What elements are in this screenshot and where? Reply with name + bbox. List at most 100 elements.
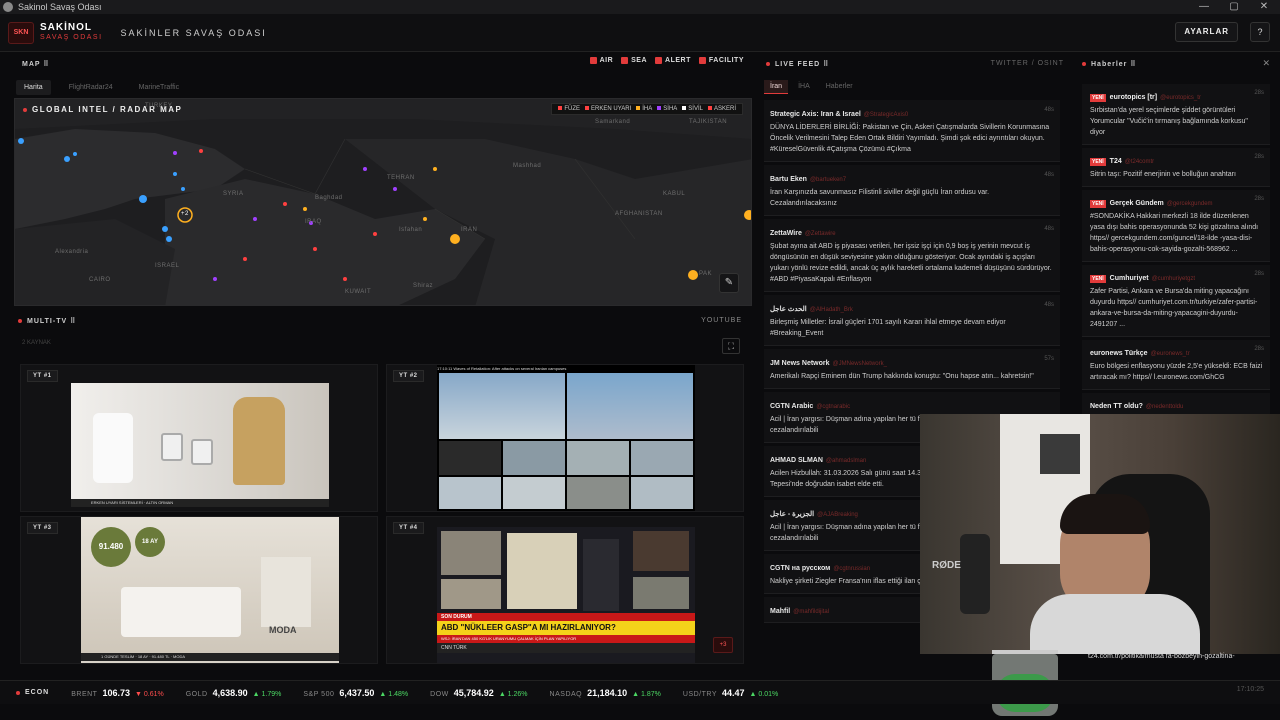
maximize-button[interactable]: ▢ xyxy=(1218,0,1250,14)
checkbox-icon xyxy=(655,57,663,64)
feed-handle: @mahfildijital xyxy=(793,609,830,615)
tab-flightradar[interactable]: FlightRadar24 xyxy=(61,80,121,95)
feed-text: Amerikalı Rapçi Eminem dün Trump hakkınd… xyxy=(770,373,1034,380)
news-text: Euro bölgesi enflasyonu yüzde 2,5'e yüks… xyxy=(1090,363,1263,381)
tv-cell-3[interactable]: YT #3 91.480 18 AY MODA 1 GÜNDE TESLİM ·… xyxy=(20,516,378,664)
feed-source-name: Strategic Axis: Iran & Israel xyxy=(770,111,861,118)
tv-tag: YT #4 xyxy=(393,522,424,534)
filter-sea[interactable]: SEA xyxy=(621,57,647,64)
tab-marinetraffic[interactable]: MarineTraffic xyxy=(131,80,187,95)
logo: SKN xyxy=(8,21,34,44)
help-button[interactable]: ? xyxy=(1250,22,1270,42)
map-panel-header: MAP ⠿ xyxy=(22,57,50,71)
filter-facility[interactable]: FACILITY xyxy=(698,57,744,64)
new-badge: YENİ xyxy=(1090,158,1106,166)
tab-iran[interactable]: İran xyxy=(764,80,789,94)
feed-time: 48s xyxy=(1044,172,1054,178)
news-item[interactable]: 28s YENİ Cumhuriyet @cumhuriyetgzt Zafer Par… xyxy=(1082,265,1270,337)
news-item[interactable]: 28s YENİ Gerçek Gündem @gercekgundem #SONDAK… xyxy=(1082,190,1270,262)
feed-item[interactable]: 48s الحدث عاجل @AlHadath_Brk Birleşmiş Mill… xyxy=(764,295,1060,346)
new-badge: YENİ xyxy=(1090,200,1106,208)
news-text: Sitrin taşı: Pozitif enerjinin ve bolluğ… xyxy=(1090,171,1236,178)
close-button[interactable]: ✕ xyxy=(1248,0,1280,14)
settings-button[interactable]: AYARLAR xyxy=(1175,22,1238,42)
feed-source-name: Mahfil xyxy=(770,608,791,615)
tv-cell-2[interactable]: YT #2 17:10:11 Waves of Retaliation: Aft… xyxy=(386,364,744,512)
live-dot-icon xyxy=(766,62,770,66)
radar-map[interactable]: GLOBAL INTEL / RADAR MAP FÜZE ERKEN UYAR… xyxy=(14,98,752,306)
checkbox-icon xyxy=(698,57,706,64)
econ-label: ECON xyxy=(16,689,49,696)
news-header: Haberler ⠿ xyxy=(1082,57,1136,71)
checkbox-icon xyxy=(621,57,629,64)
news-item[interactable]: 28s YENİ T24 @t24comtr Sitrin taşı: Pozitif … xyxy=(1082,148,1270,187)
map-label: Shiraz xyxy=(413,283,434,289)
tv-tag: YT #1 xyxy=(27,370,58,382)
news-source: T24 xyxy=(1109,158,1122,165)
map-label: CAIRO xyxy=(89,277,111,283)
ticker-name: USD/TRY xyxy=(682,690,717,698)
feed-source-name: AHMAD SLMAN xyxy=(770,457,823,464)
feed-item[interactable]: 48s Strategic Axis: Iran & Israel @Strateg… xyxy=(764,100,1060,162)
live-dot-icon xyxy=(18,319,22,323)
new-badge: YENİ xyxy=(1090,275,1106,283)
ad-brand: MODA xyxy=(269,625,297,635)
news-handle: @gercekgundem xyxy=(1166,201,1213,207)
news-handle: @nedenttoldu xyxy=(1145,404,1184,410)
tv-cell-1[interactable]: YT #1 ERKEN UYARI SİSTEMLERİ · ALTIN ORM… xyxy=(20,364,378,512)
news-sub: WSJ: İRAN'DAN 450 KG'LIK URANYUMU ÇALMAK… xyxy=(437,635,695,643)
news-time: 28s xyxy=(1254,346,1264,352)
brand-sub: SAVAŞ ODASI xyxy=(40,33,103,41)
map-label: AFGHANISTAN xyxy=(615,211,663,217)
ticker-name: NASDAQ xyxy=(549,690,583,698)
brand-name: SAKİNOL xyxy=(40,21,92,33)
feed-text: Şubat ayına ait ABD iş piyasası verileri… xyxy=(770,243,1052,283)
expand-icon[interactable]: ⛶ xyxy=(722,338,740,354)
minimize-button[interactable]: — xyxy=(1188,0,1220,14)
cluster-count[interactable]: +2 xyxy=(181,211,189,217)
ticker-value: 6,437.50 xyxy=(339,687,375,698)
tv-cell-4[interactable]: YT #4 SON DURUM ABD "NÜKLEER GASP"A MI H… xyxy=(386,516,744,664)
news-item[interactable]: 28s euronews Türkçe @euronews_tr Euro bölge… xyxy=(1082,340,1270,390)
draw-tool-icon[interactable]: ✎ xyxy=(719,273,739,293)
news-source: Cumhuriyet xyxy=(1109,275,1149,282)
tab-harita[interactable]: Harita xyxy=(16,80,51,95)
ticker-name: GOLD xyxy=(185,690,208,698)
filter-alert[interactable]: ALERT xyxy=(655,57,691,64)
ad-price: 91.480 xyxy=(91,527,131,567)
url-overlay: t24.com.tr/politika/musta fa-bozbeyin-go… xyxy=(1088,653,1235,660)
feed-item[interactable]: 48s Bartu Eken @bartueken7 İran Karşınızda … xyxy=(764,165,1060,216)
feed-handle: @AJABreaking xyxy=(817,512,858,518)
news-text: #SONDAKİKA Hakkari merkezli 18 ilde düze… xyxy=(1090,213,1259,253)
map-legend: FÜZE ERKEN UYARI İHA SİHA SİVİL ASKERİ xyxy=(551,103,743,115)
feed-panel-label: LIVE FEED ⠿ xyxy=(775,61,830,68)
map-label: Isfahan xyxy=(399,227,423,233)
feed-item[interactable]: 48s ZettaWire @Zettawire Şubat ayına ait AB… xyxy=(764,219,1060,292)
tv-tag: YT #2 xyxy=(393,370,424,382)
tv-video: 17:10:11 Waves of Retaliation: After att… xyxy=(437,365,695,511)
filter-air[interactable]: AIR xyxy=(589,57,614,64)
news-text: Sırbistan'da yerel seçimlerde şiddet gör… xyxy=(1090,107,1248,136)
feed-handle: @ahmadslman xyxy=(825,458,867,464)
feed-time: 48s xyxy=(1044,302,1054,308)
tab-haberler[interactable]: Haberler xyxy=(820,80,859,94)
feed-handle: @bartueken7 xyxy=(809,177,847,183)
news-item[interactable]: 28s YENİ eurotopics [tr] @eurotopics_tr Sırb… xyxy=(1082,84,1270,145)
feed-item[interactable]: 57s JM News Network @JMNewsNetwork_ Amerika… xyxy=(764,349,1060,389)
header-subtitle: SAKİNLER SAVAŞ ODASI xyxy=(120,27,267,38)
map-label: IRAQ xyxy=(305,219,322,225)
close-icon[interactable]: ✕ xyxy=(1262,58,1270,69)
tab-iha[interactable]: İHA xyxy=(792,80,816,94)
legend-item: İHA xyxy=(636,106,652,112)
legend-label: SİHA xyxy=(663,106,678,112)
news-source: Gerçek Gündem xyxy=(1109,200,1164,207)
feed-source-name: JM News Network xyxy=(770,360,830,367)
ticker-item: DOW 45,784.92 ▲ 1.26% xyxy=(430,688,527,698)
feed-source: TWITTER / OSINT xyxy=(990,60,1064,67)
window-title: Sakinol Savaş Odası xyxy=(18,2,102,12)
ticker-name: BRENT xyxy=(71,690,98,698)
legend-label: ASKERİ xyxy=(713,106,736,112)
legend-label: ERKEN UYARI xyxy=(591,106,632,112)
map-label: Alexandria xyxy=(55,249,89,255)
more-streams-button[interactable]: +3 xyxy=(713,637,733,653)
